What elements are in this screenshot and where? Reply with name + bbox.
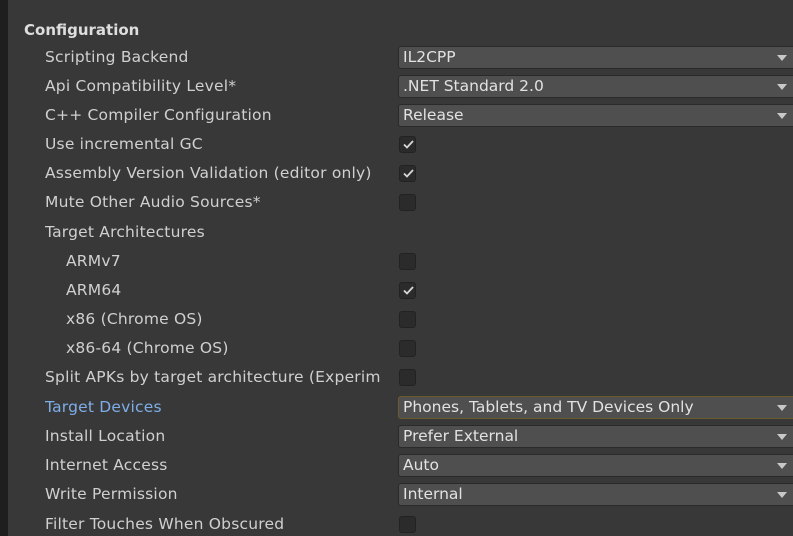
field-label: Scripting Backend [45, 48, 189, 66]
field-label: x86 (Chrome OS) [66, 310, 203, 328]
armv7-checkbox[interactable] [399, 253, 416, 270]
triangle-down-icon [777, 84, 787, 90]
write-permission-dropdown[interactable]: Internal [398, 483, 793, 506]
row-x86-64-chrome-os: x86-64 (Chrome OS) [10, 335, 793, 364]
triangle-down-icon [777, 434, 787, 440]
section-header-configuration: Configuration [24, 21, 140, 39]
field-label: x86-64 (Chrome OS) [66, 339, 229, 357]
field-label: Target Devices [45, 398, 162, 416]
row-mute-other-audio-sources: Mute Other Audio Sources* [10, 189, 793, 218]
checkmark-icon [403, 169, 414, 178]
internet-access-dropdown[interactable]: Auto [398, 454, 793, 477]
row-armv7: ARMv7 [10, 248, 793, 277]
row-use-incremental-gc: Use incremental GC [10, 131, 793, 160]
field-label: Write Permission [45, 485, 178, 503]
field-label: ARMv7 [66, 252, 121, 270]
row-install-location: Install Location Prefer External [10, 423, 793, 452]
row-internet-access: Internet Access Auto [10, 452, 793, 481]
dropdown-value: Auto [403, 456, 439, 474]
api-compatibility-level-dropdown[interactable]: .NET Standard 2.0 [398, 75, 793, 98]
window-left-edge [0, 0, 8, 536]
dropdown-value: Prefer External [403, 427, 519, 445]
row-cpp-compiler-configuration: C++ Compiler Configuration Release [10, 102, 793, 131]
row-target-architectures: Target Architectures [10, 219, 793, 248]
field-label: Mute Other Audio Sources* [45, 193, 261, 211]
row-write-permission: Write Permission Internal [10, 481, 793, 510]
cpp-compiler-configuration-dropdown[interactable]: Release [398, 104, 793, 127]
triangle-down-icon [777, 55, 787, 61]
dropdown-value: Release [403, 106, 464, 124]
dropdown-value: .NET Standard 2.0 [403, 77, 544, 95]
row-x86-chrome-os: x86 (Chrome OS) [10, 306, 793, 335]
field-label: Use incremental GC [45, 135, 203, 153]
group-heading-target-architectures: Target Architectures [45, 223, 205, 241]
field-label: C++ Compiler Configuration [45, 106, 272, 124]
row-scripting-backend: Scripting Backend IL2CPP [10, 44, 793, 73]
dropdown-value: IL2CPP [403, 48, 456, 66]
arm64-checkbox[interactable] [399, 282, 416, 299]
dropdown-value: Phones, Tablets, and TV Devices Only [403, 398, 694, 416]
checkmark-icon [403, 286, 414, 295]
mute-other-audio-sources-checkbox[interactable] [399, 194, 416, 211]
split-apks-checkbox[interactable] [399, 369, 416, 386]
dropdown-value: Internal [403, 485, 463, 503]
target-devices-dropdown[interactable]: Phones, Tablets, and TV Devices Only [398, 396, 793, 419]
x86-64-chrome-os-checkbox[interactable] [399, 340, 416, 357]
row-assembly-version-validation: Assembly Version Validation (editor only… [10, 160, 793, 189]
field-label: Filter Touches When Obscured [45, 515, 285, 533]
triangle-down-icon [777, 405, 787, 411]
triangle-down-icon [777, 463, 787, 469]
x86-chrome-os-checkbox[interactable] [399, 311, 416, 328]
row-filter-touches: Filter Touches When Obscured [10, 511, 793, 536]
field-label: Internet Access [45, 456, 168, 474]
row-split-apks: Split APKs by target architecture (Exper… [10, 364, 793, 393]
settings-panel: Configuration Scripting Backend IL2CPP A… [10, 0, 793, 536]
use-incremental-gc-checkbox[interactable] [399, 136, 416, 153]
field-label: ARM64 [66, 281, 122, 299]
field-label: Assembly Version Validation (editor only… [45, 164, 372, 182]
filter-touches-checkbox[interactable] [399, 516, 416, 533]
field-label: Api Compatibility Level* [45, 77, 237, 95]
install-location-dropdown[interactable]: Prefer External [398, 425, 793, 448]
triangle-down-icon [777, 492, 787, 498]
field-label: Split APKs by target architecture (Exper… [45, 368, 381, 386]
row-target-devices: Target Devices Phones, Tablets, and TV D… [10, 394, 793, 423]
triangle-down-icon [777, 113, 787, 119]
row-arm64: ARM64 [10, 277, 793, 306]
scripting-backend-dropdown[interactable]: IL2CPP [398, 46, 793, 69]
row-api-compatibility-level: Api Compatibility Level* .NET Standard 2… [10, 73, 793, 102]
assembly-version-validation-checkbox[interactable] [399, 165, 416, 182]
checkmark-icon [403, 140, 414, 149]
field-label: Install Location [45, 427, 166, 445]
